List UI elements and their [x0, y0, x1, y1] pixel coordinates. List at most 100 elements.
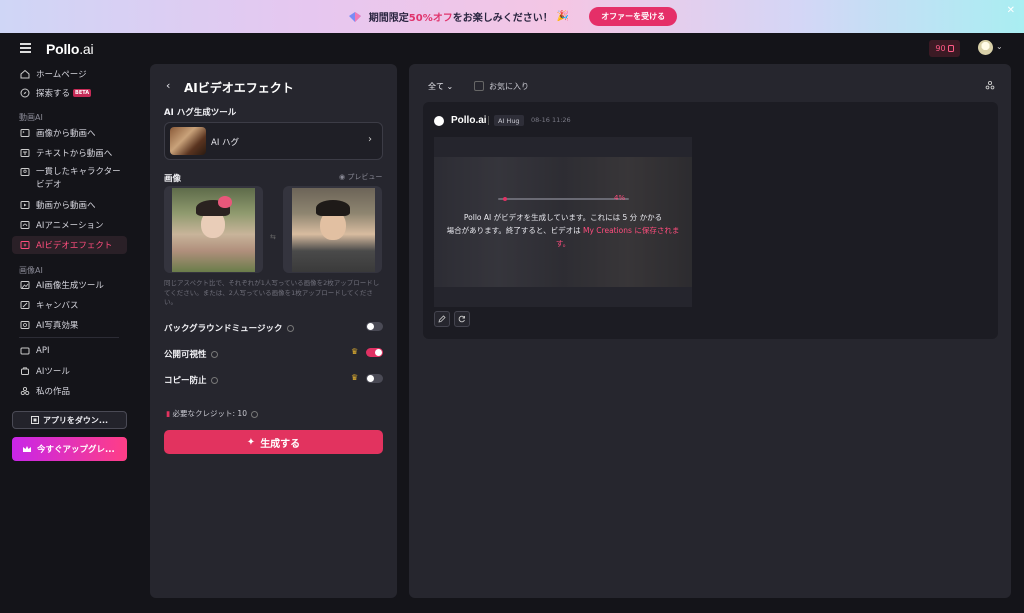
sidebar-item-image-to-video[interactable]: 画像から動画へ [12, 124, 127, 142]
credits-badge[interactable]: 90 [929, 40, 960, 57]
sidebar-item-label: テキストから動画へ [36, 149, 113, 159]
close-icon[interactable]: ✕ [1007, 5, 1015, 16]
sidebar-item-label: キャンバス [36, 301, 79, 311]
sidebar-item-label: 探索する [36, 89, 71, 99]
uploaded-image-1 [172, 188, 255, 272]
credits-required: ▮ 必要なクレジット: 10 [166, 408, 258, 419]
favorites-label: お気に入り [489, 82, 529, 91]
link-icon: ⇆ [270, 233, 276, 241]
upgrade-button[interactable]: 今すぐアップグレ... [12, 437, 127, 461]
bgm-label: バックグラウンドミュージック [164, 322, 294, 334]
chevron-down-icon: ⌄ [446, 82, 454, 91]
regenerate-button[interactable] [454, 311, 470, 327]
sidebar-item-label: AI画像生成ツール [36, 281, 104, 291]
public-visibility-toggle[interactable] [366, 348, 383, 357]
gift-icon [348, 11, 361, 22]
tool-thumbnail [170, 127, 206, 155]
refresh-icon [458, 315, 465, 323]
works-icon [19, 385, 31, 397]
preview-link[interactable]: ◉ プレビュー [339, 172, 382, 182]
top-bar: Pollo.ai [0, 33, 1024, 63]
filter-dropdown[interactable]: 全て ⌄ [428, 81, 453, 92]
info-icon [250, 410, 258, 418]
download-app-button[interactable]: アプリをダウン... [12, 411, 127, 429]
public-visibility-label: 公開可視性 [164, 348, 218, 360]
qr-icon [30, 416, 39, 424]
sidebar-item-video-effects[interactable]: AIビデオエフェクト [12, 236, 127, 254]
crown-icon [23, 446, 31, 452]
canvas-icon [19, 299, 31, 311]
generate-label: 生成する [260, 438, 301, 450]
compass-icon [19, 87, 31, 99]
sidebar-item-canvas[interactable]: キャンバス [12, 296, 127, 314]
back-icon[interactable]: ‹ [166, 79, 170, 92]
divider [488, 116, 489, 125]
info-icon [210, 351, 218, 358]
sidebar-item-animation[interactable]: AIアニメーション [12, 216, 127, 234]
panel-title: AIビデオエフェクト [184, 81, 294, 95]
sidebar-divider [19, 337, 119, 338]
video-video-icon [19, 199, 31, 211]
share-icon[interactable] [985, 80, 995, 90]
bgm-toggle[interactable] [366, 322, 383, 331]
chevron-down-icon[interactable]: ⌄ [996, 42, 1003, 51]
sidebar-item-label: 画像から動画へ [36, 129, 96, 139]
progress-percent: 4% [614, 194, 626, 202]
pencil-icon [438, 315, 446, 323]
credits-value: 90 [935, 44, 946, 53]
effects-icon [19, 239, 31, 251]
copy-protection-toggle[interactable] [366, 374, 383, 383]
beta-badge: BETA [73, 89, 92, 97]
image-gen-icon [19, 279, 31, 291]
download-app-label: アプリをダウン... [42, 415, 109, 425]
sidebar-item-label: AIアニメーション [36, 221, 104, 231]
card-brand: Pollo.ai [451, 115, 487, 126]
sparkle-icon: ✦ [246, 436, 256, 448]
edit-button[interactable] [434, 311, 450, 327]
sidebar-item-label: API [36, 346, 50, 356]
chevron-right-icon: › [368, 134, 372, 145]
video-preview[interactable]: 4% Pollo AI がビデオを生成しています。これには 5 分 かかる 場合… [434, 137, 692, 307]
sidebar-item-label: 一貫したキャラクター ビデオ [36, 167, 121, 190]
info-icon [286, 325, 294, 332]
offer-button[interactable]: オファーを受ける [589, 7, 678, 26]
user-avatar[interactable] [978, 40, 993, 55]
uploaded-image-2 [292, 188, 375, 272]
timestamp: 08-16 11:26 [531, 116, 571, 124]
text-video-icon [19, 147, 31, 159]
crown-icon: ♛ [351, 373, 359, 382]
tools-icon [19, 365, 31, 377]
generate-button[interactable]: ✦ 生成する [164, 430, 383, 454]
upload-hint: 同じアスペクト比で、それぞれが1人写っている画像を2枚アップロードしてください。… [164, 279, 380, 306]
home-icon [19, 68, 31, 80]
photo-effect-icon [19, 319, 31, 331]
effect-tag: AI Hug [494, 115, 524, 126]
credit-icon [947, 45, 954, 52]
image-video-icon [19, 127, 31, 139]
sidebar-item-my-works[interactable]: 私の作品 [12, 382, 127, 400]
pollo-logo-icon [434, 116, 444, 126]
favorites-checkbox[interactable] [474, 81, 484, 91]
sidebar-item-ai-tools[interactable]: AIツール [12, 362, 127, 380]
upgrade-label: 今すぐアップグレ... [37, 445, 115, 455]
menu-icon[interactable] [20, 43, 31, 53]
sidebar-item-character-video[interactable]: 一貫したキャラクター ビデオ [12, 163, 127, 193]
sidebar-item-api[interactable]: API [12, 342, 127, 360]
section-video-ai: 動画AI [19, 113, 43, 122]
character-icon [19, 166, 31, 178]
sidebar-item-home[interactable]: ホームページ [12, 65, 127, 83]
sidebar-item-photo-effects[interactable]: AI写真効果 [12, 316, 127, 334]
sidebar-item-label: AIビデオエフェクト [36, 241, 113, 251]
info-icon [210, 377, 218, 384]
sidebar-item-video-to-video[interactable]: 動画から動画へ [12, 196, 127, 214]
image-label: 画像 [164, 174, 182, 184]
sidebar-item-explore[interactable]: 探索する BETA [12, 84, 127, 102]
sidebar-item-label: ホームページ [36, 70, 87, 80]
progress-bar [498, 197, 629, 201]
sidebar-item-text-to-video[interactable]: テキストから動画へ [12, 144, 127, 162]
section-image-ai: 画像AI [19, 266, 43, 275]
sidebar-item-label: AI写真効果 [36, 321, 79, 331]
animation-icon [19, 219, 31, 231]
sidebar-item-image-generator[interactable]: AI画像生成ツール [12, 276, 127, 294]
logo[interactable]: Pollo.ai [46, 41, 94, 57]
